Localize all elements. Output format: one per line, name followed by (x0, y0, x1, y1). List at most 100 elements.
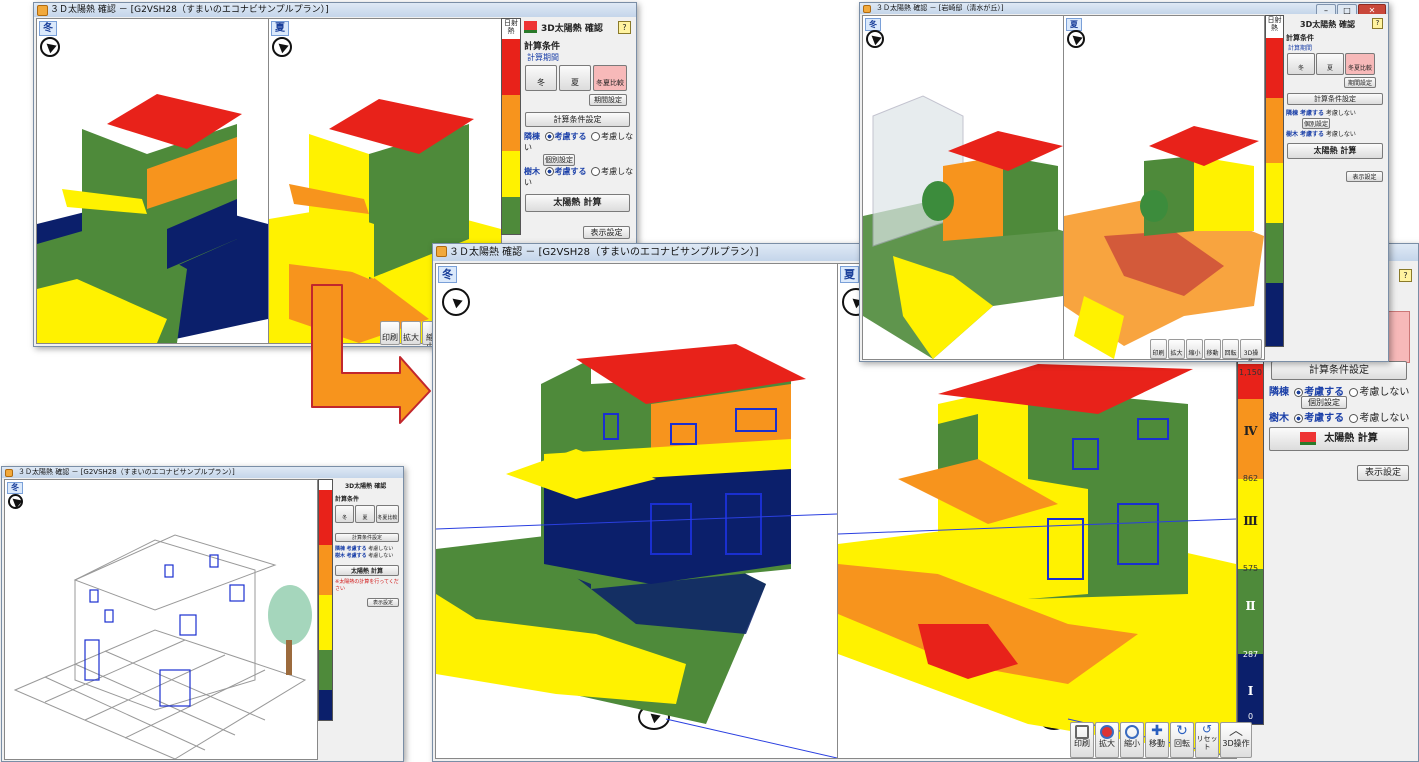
op3d-button[interactable]: 3D操作 (1240, 339, 1262, 361)
season-summer-button[interactable]: 夏 (559, 65, 591, 91)
transition-arrow-icon (311, 284, 431, 424)
scale-roman-4: Ⅳ (1243, 424, 1258, 438)
tree-consider-radio[interactable] (1294, 413, 1304, 423)
winter-view[interactable]: 冬 (36, 18, 269, 344)
display-setting-button[interactable]: 表示設定 (583, 226, 630, 239)
condition-setting-button[interactable]: 計算条件設定 (1271, 361, 1407, 380)
adjacent-row: 隣棟 考慮する 考慮しない (333, 545, 401, 552)
adjacent-label: 隣棟 (1286, 110, 1299, 117)
scale-band-1 (319, 690, 332, 720)
reset-label: リセット (1196, 735, 1218, 751)
season-summer-button[interactable]: 夏 (355, 505, 375, 523)
scale-value: 862 (1242, 474, 1259, 483)
individual-setting-button[interactable]: 個別設定 (543, 154, 575, 166)
winter-view[interactable]: 冬 (435, 263, 838, 759)
scale-band-4 (319, 545, 332, 595)
move-button[interactable]: 移動 (1204, 339, 1221, 359)
move-button[interactable]: ✚ 移動 (1145, 722, 1169, 758)
solar-calc-button[interactable]: 太陽熱 計算 (335, 565, 399, 576)
zoom-out-button[interactable]: 縮小 (1120, 722, 1144, 758)
condition-setting-button[interactable]: 計算条件設定 (335, 533, 399, 542)
scale-roman-1: Ⅰ (1247, 684, 1254, 698)
scale-band-5 (502, 39, 520, 95)
help-icon[interactable]: ? (1399, 269, 1412, 282)
adjacent-label: 隣棟 (1269, 387, 1289, 398)
tree-row: 樹木 考慮する 考慮しない (1269, 409, 1409, 424)
tree-trunk (286, 640, 292, 675)
scale-roman-2: Ⅱ (1245, 599, 1256, 613)
move-label: 移動 (1149, 739, 1165, 748)
winter-house-render (436, 344, 837, 758)
op3d-button[interactable]: ︿ 3D操作 (1220, 722, 1252, 758)
season-winter-button[interactable]: 冬 (1287, 53, 1315, 75)
help-icon[interactable]: ? (618, 21, 631, 34)
window-titlebar[interactable]: ３Ｄ太陽熱 確認 － [G2VSH28（すまいのエコナビサンプルプラン）] (2, 467, 403, 478)
rotate-button[interactable]: ↻ 回転 (1170, 722, 1194, 758)
close-button[interactable]: ✕ (1358, 4, 1386, 14)
grid-line (44, 639, 186, 703)
print-button[interactable]: 印刷 (1070, 722, 1094, 758)
adjacent-consider-label: 考慮する (1299, 110, 1324, 117)
display-setting-button[interactable]: 表示設定 (1346, 171, 1383, 182)
season-buttons: 冬 夏 冬夏比較 (333, 503, 401, 525)
winter-view[interactable]: 冬 (862, 15, 1064, 360)
scale-band-5 (319, 490, 332, 545)
tree-not-consider-label: 考慮しない (368, 553, 394, 559)
season-compare-button[interactable]: 冬夏比較 (375, 505, 399, 523)
summer-house-render (1064, 126, 1264, 359)
season-winter-button[interactable]: 冬 (525, 65, 557, 91)
chevron-up-icon: ︿ (1229, 723, 1243, 739)
tree-not-consider-radio[interactable] (1349, 413, 1359, 423)
tree-not-consider-radio[interactable] (591, 167, 601, 176)
period-setting-button[interactable]: 期間設定 (589, 94, 627, 106)
scale-value: 287 (1242, 650, 1259, 659)
season-compare-button[interactable]: 冬夏比較 (1345, 53, 1375, 75)
period-setting-button[interactable]: 期間設定 (1344, 77, 1376, 88)
calc-conditions-label: 計算条件 (1286, 34, 1314, 42)
zoom-in-label: 拡大 (1099, 739, 1115, 748)
solar-calc-button[interactable]: 太陽熱 計算 (1269, 427, 1409, 451)
heat-scale: 日射熱 (501, 18, 521, 235)
scale-band-3 (1266, 163, 1283, 223)
scale-value: 1,150 (1239, 368, 1262, 377)
help-icon[interactable]: ? (1372, 18, 1383, 29)
summer-view[interactable]: 夏 (1063, 15, 1265, 360)
adjacent-not-consider-radio[interactable] (1349, 387, 1359, 397)
zoom-out-button[interactable]: 縮小 (1186, 339, 1203, 359)
app-icon (5, 469, 13, 477)
minimize-button[interactable]: – (1316, 4, 1336, 14)
reset-button[interactable]: ↺ リセット (1195, 722, 1219, 758)
window-titlebar[interactable]: ３Ｄ太陽熱 確認 － [G2VSH28（すまいのエコナビサンプルプラン）] (34, 3, 636, 17)
season-compare-button[interactable]: 冬夏比較 (593, 65, 627, 91)
window-titlebar[interactable]: ３Ｄ太陽熱 確認 － [岩崎邸（清水が丘）] – □ ✕ (860, 3, 1388, 14)
season-winter-button[interactable]: 冬 (335, 505, 355, 523)
tree-consider-label: 考慮する (1304, 413, 1345, 424)
rotate-button[interactable]: 回転 (1222, 339, 1239, 359)
winter-wireframe-view[interactable]: 冬 (4, 479, 318, 760)
zoom-in-button[interactable]: 拡大 (1095, 722, 1119, 758)
condition-setting-button[interactable]: 計算条件設定 (1287, 93, 1383, 105)
adjacent-not-consider-radio[interactable] (591, 132, 601, 141)
window-outline (89, 589, 99, 603)
condition-setting-button[interactable]: 計算条件設定 (525, 112, 630, 127)
tree-row: 樹木 考慮する 考慮しない (1284, 129, 1386, 138)
display-setting-button[interactable]: 表示設定 (1357, 465, 1409, 481)
window-bottom-left: ３Ｄ太陽熱 確認 － [G2VSH28（すまいのエコナビサンプルプラン）] 冬 (1, 466, 404, 762)
adjacent-consider-radio[interactable] (544, 132, 554, 141)
solar-calc-button[interactable]: 太陽熱 計算 (1287, 143, 1383, 159)
scale-band-3 (502, 151, 520, 197)
panel-title: 3D太陽熱 確認 (1300, 20, 1355, 29)
maximize-button[interactable]: □ (1337, 4, 1357, 14)
individual-setting-button[interactable]: 個別設定 (1302, 118, 1330, 129)
tree-consider-radio[interactable] (544, 167, 554, 176)
scale-value: 575 (1242, 564, 1259, 573)
display-setting-button[interactable]: 表示設定 (367, 598, 399, 607)
solar-calc-button[interactable]: 太陽熱 計算 (525, 194, 630, 212)
zoom-in-button[interactable]: 拡大 (1168, 339, 1185, 359)
season-summer-button[interactable]: 夏 (1316, 53, 1344, 75)
tree-crown (268, 585, 312, 645)
tree-label: 樹木 (524, 167, 540, 176)
scale-band-4 (1238, 399, 1263, 479)
individual-setting-button[interactable]: 個別設定 (1301, 396, 1347, 409)
print-button[interactable]: 印刷 (1150, 339, 1167, 359)
